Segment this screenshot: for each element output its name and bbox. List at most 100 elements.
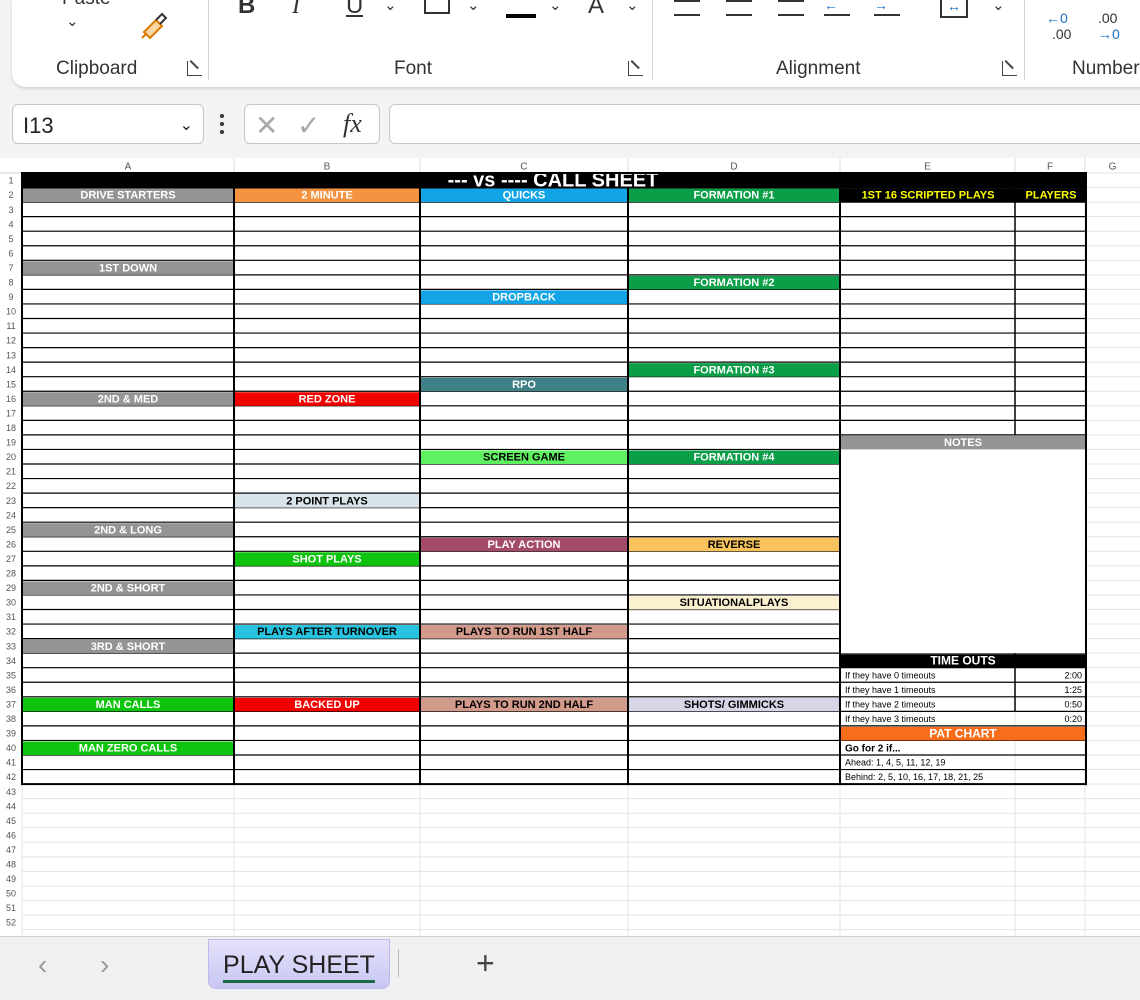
borders-dropdown-icon[interactable]: ⌄: [467, 0, 480, 14]
chevron-down-icon[interactable]: ⌄: [180, 115, 193, 135]
row-header[interactable]: 17: [6, 408, 16, 418]
wrap-text-dropdown-icon[interactable]: ⌄: [992, 0, 1005, 14]
worksheet-grid[interactable]: A B C D E F G 1 2 3 4 5 6 7 8 9 10 11 12 13 14 15 16 17 18 19 20 21…: [0, 158, 1140, 936]
row-header[interactable]: 11: [6, 321, 15, 331]
row-header[interactable]: 8: [8, 278, 13, 288]
row-header[interactable]: 6: [8, 248, 13, 258]
row-header[interactable]: 35: [6, 670, 16, 680]
row-header[interactable]: 33: [6, 641, 16, 651]
borders-icon[interactable]: [424, 0, 450, 14]
worksheet[interactable]: A B C D E F G123456789101112131415161718192021…: [0, 158, 1140, 936]
paste-label[interactable]: Paste: [62, 0, 111, 10]
row-header[interactable]: 52: [6, 918, 16, 928]
row-header[interactable]: 29: [6, 583, 16, 593]
row-header[interactable]: 30: [6, 598, 16, 608]
row-header[interactable]: 14: [6, 365, 16, 375]
enter-icon[interactable]: ✓: [297, 109, 320, 142]
bold-button[interactable]: B: [238, 0, 255, 20]
row-header[interactable]: 49: [6, 874, 16, 884]
align-left-icon[interactable]: [674, 0, 700, 16]
italic-button[interactable]: I: [292, 0, 300, 20]
row-header[interactable]: 9: [8, 292, 13, 302]
section-header: FORMATION #1: [693, 190, 774, 202]
name-box[interactable]: I13 ⌄: [12, 104, 204, 144]
fill-color-icon[interactable]: [506, 14, 536, 18]
column-header-a[interactable]: A: [125, 162, 132, 173]
increase-decimal-icon[interactable]: ←0 .00: [1046, 10, 1071, 42]
row-header[interactable]: 48: [6, 860, 16, 870]
row-header[interactable]: 7: [8, 263, 13, 273]
scroll-tabs-left-icon[interactable]: ‹: [38, 949, 47, 981]
row-header[interactable]: 28: [6, 569, 16, 579]
row-header[interactable]: 24: [6, 510, 16, 520]
decrease-indent-icon[interactable]: ←: [824, 0, 850, 16]
row-header[interactable]: 4: [8, 219, 13, 229]
fill-color-dropdown-icon[interactable]: ⌄: [549, 0, 562, 14]
column-header-g[interactable]: G: [1109, 162, 1117, 173]
row-header[interactable]: 32: [6, 627, 16, 637]
row-header[interactable]: 38: [6, 714, 16, 724]
row-header[interactable]: 10: [6, 307, 16, 317]
row-header[interactable]: 39: [6, 729, 16, 739]
row-header[interactable]: 2: [8, 190, 13, 200]
row-header[interactable]: 43: [6, 787, 16, 797]
row-header[interactable]: 16: [6, 394, 16, 404]
row-header[interactable]: 21: [6, 467, 16, 477]
row-header[interactable]: 37: [6, 699, 16, 709]
row-header[interactable]: 50: [6, 889, 16, 899]
row-header[interactable]: 51: [6, 903, 16, 913]
font-color-button[interactable]: A: [588, 0, 604, 20]
row-header[interactable]: 19: [6, 438, 16, 448]
row-header[interactable]: 41: [6, 758, 16, 768]
add-sheet-icon[interactable]: +: [476, 945, 495, 982]
sheet-tab-play-sheet[interactable]: PLAY SHEET: [208, 939, 390, 989]
row-header[interactable]: 26: [6, 539, 16, 549]
row-header[interactable]: 23: [6, 496, 16, 506]
format-painter-icon[interactable]: [136, 10, 170, 42]
underline-button[interactable]: U: [346, 0, 363, 20]
column-header-d[interactable]: D: [730, 162, 737, 173]
underline-dropdown-icon[interactable]: ⌄: [384, 0, 397, 14]
decrease-decimal-icon[interactable]: .00 →0: [1098, 10, 1120, 42]
insert-function-button[interactable]: fx: [343, 109, 362, 139]
align-right-icon[interactable]: [778, 0, 804, 16]
increase-indent-icon[interactable]: →: [874, 0, 900, 16]
row-header[interactable]: 40: [6, 743, 16, 753]
clipboard-dialog-launcher-icon[interactable]: [187, 61, 202, 76]
row-header[interactable]: 1: [8, 176, 13, 186]
row-header[interactable]: 47: [6, 845, 16, 855]
row-header[interactable]: 13: [6, 350, 16, 360]
row-header[interactable]: 15: [6, 379, 16, 389]
alignment-dialog-launcher-icon[interactable]: [1002, 61, 1017, 76]
row-header[interactable]: 44: [6, 801, 16, 811]
row-header[interactable]: 27: [6, 554, 16, 564]
row-header[interactable]: 12: [6, 336, 16, 346]
column-header-b[interactable]: B: [324, 162, 331, 173]
row-header[interactable]: 45: [6, 816, 16, 826]
more-options-icon[interactable]: [220, 114, 224, 134]
column-header-e[interactable]: E: [924, 162, 931, 173]
row-header[interactable]: 31: [6, 612, 16, 622]
row-header[interactable]: 46: [6, 830, 16, 840]
paste-dropdown-icon[interactable]: ⌄: [66, 12, 79, 30]
row-header[interactable]: 20: [6, 452, 16, 462]
font-dialog-launcher-icon[interactable]: [628, 61, 643, 76]
row-header[interactable]: 42: [6, 772, 16, 782]
row-header[interactable]: 36: [6, 685, 16, 695]
formula-input[interactable]: [389, 104, 1140, 144]
formula-buttons: ✕ ✓ fx: [244, 104, 380, 144]
row-header[interactable]: 3: [8, 205, 13, 215]
row-header[interactable]: 5: [8, 234, 13, 244]
pat-header: PAT CHART: [929, 726, 997, 740]
row-header[interactable]: 22: [6, 481, 16, 491]
section-header: FORMATION #3: [693, 364, 774, 376]
row-header[interactable]: 18: [6, 423, 16, 433]
align-center-icon[interactable]: [726, 0, 752, 16]
font-color-dropdown-icon[interactable]: ⌄: [626, 0, 639, 14]
column-header-f[interactable]: F: [1047, 162, 1053, 173]
row-header[interactable]: 25: [6, 525, 16, 535]
wrap-text-icon[interactable]: ↔: [940, 0, 968, 18]
row-header[interactable]: 34: [6, 656, 16, 666]
scroll-tabs-right-icon[interactable]: ›: [100, 949, 109, 981]
cancel-icon[interactable]: ✕: [255, 109, 278, 142]
